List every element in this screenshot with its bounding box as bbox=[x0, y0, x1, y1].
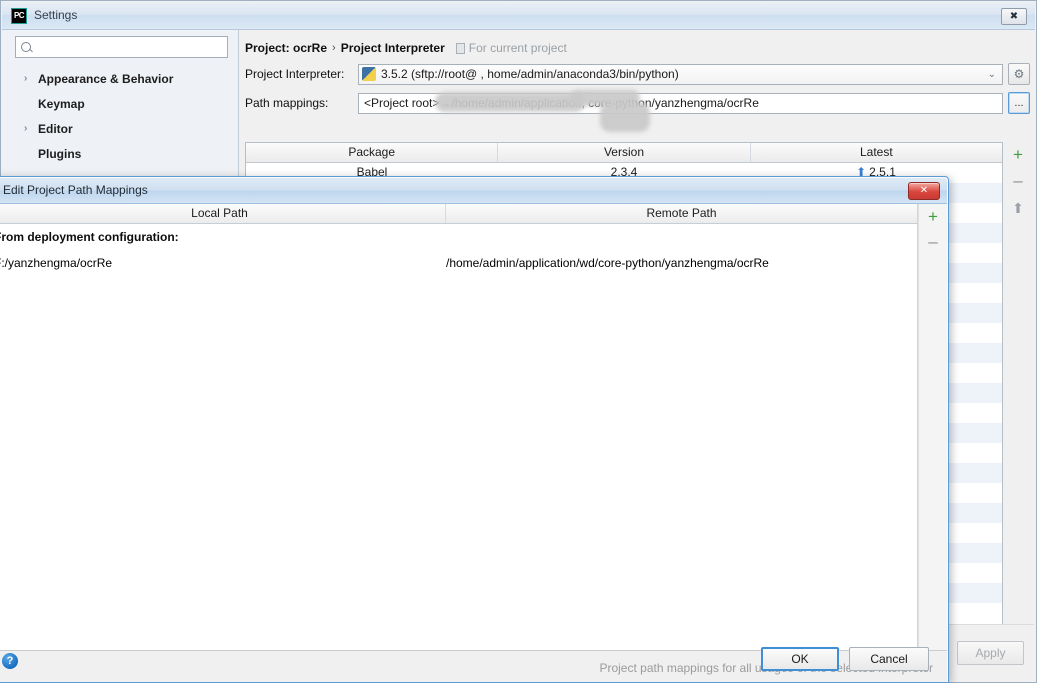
sidebar-item-label: Editor bbox=[38, 121, 73, 136]
table-row[interactable]: F:/yanzhengma/ocrRe /home/admin/applicat… bbox=[0, 250, 917, 276]
dialog-footer: Project path mappings for all usages of … bbox=[0, 647, 947, 682]
cell-remote-path[interactable]: /home/admin/application/wd/core-python/y… bbox=[446, 256, 917, 270]
breadcrumb-page: Project Interpreter bbox=[340, 41, 445, 55]
sidebar-item-label: Plugins bbox=[38, 146, 82, 161]
upgrade-package-button[interactable]: ⬆ bbox=[1009, 199, 1027, 217]
add-package-button[interactable]: + bbox=[1009, 145, 1027, 163]
table-row-group: From deployment configuration: bbox=[0, 224, 917, 250]
interpreter-combo[interactable]: 3.5.2 (sftp://root@ , home/admin/anacond… bbox=[358, 63, 1003, 85]
remove-mapping-button[interactable]: – bbox=[924, 233, 942, 251]
dialog-body: Local Path Remote Path From deployment c… bbox=[0, 204, 947, 651]
sidebar-item-editor[interactable]: › Editor bbox=[2, 116, 238, 141]
search-box[interactable] bbox=[15, 36, 228, 58]
packages-table-tools: + – ⬆ bbox=[1005, 142, 1031, 679]
path-mappings-table-tools: + – bbox=[918, 204, 947, 650]
pycharm-logo-icon: PC bbox=[11, 8, 27, 24]
sidebar-item-appearance-behavior[interactable]: › Appearance & Behavior bbox=[2, 66, 238, 91]
sidebar-item-keymap[interactable]: Keymap bbox=[2, 91, 238, 116]
python-icon bbox=[362, 67, 376, 81]
dialog-titlebar: Edit Project Path Mappings ✕ bbox=[0, 178, 947, 204]
breadcrumb-project[interactable]: Project: ocrRe bbox=[245, 41, 327, 55]
settings-nav-list: › Appearance & Behavior Keymap › Editor … bbox=[2, 66, 238, 166]
search-input[interactable] bbox=[33, 38, 227, 56]
edit-path-mappings-dialog: Edit Project Path Mappings ✕ Local Path … bbox=[0, 176, 949, 683]
ok-button[interactable]: OK bbox=[761, 647, 839, 671]
path-mappings-table: Local Path Remote Path From deployment c… bbox=[0, 204, 918, 650]
project-scope-icon bbox=[455, 42, 465, 54]
help-icon[interactable]: ? bbox=[2, 653, 18, 669]
add-mapping-button[interactable]: + bbox=[924, 207, 942, 225]
path-mappings-label: Path mappings: bbox=[245, 96, 329, 110]
cancel-button[interactable]: Cancel bbox=[849, 647, 929, 671]
apply-button[interactable]: Apply bbox=[957, 641, 1024, 665]
cell-local-path: From deployment configuration: bbox=[0, 230, 179, 244]
packages-table-header: Package Version Latest bbox=[246, 143, 1002, 163]
sidebar-item-plugins[interactable]: Plugins bbox=[2, 141, 238, 166]
path-mappings-table-header: Local Path Remote Path bbox=[0, 204, 917, 224]
column-header-package[interactable]: Package bbox=[246, 143, 499, 162]
remove-package-button[interactable]: – bbox=[1009, 172, 1027, 190]
screen: PC Settings ✖ › Appearance & Behavior Ke… bbox=[0, 0, 1037, 683]
chevron-right-icon[interactable]: › bbox=[24, 73, 34, 84]
close-icon[interactable]: ✖ bbox=[1001, 8, 1027, 25]
sidebar-item-label: Keymap bbox=[38, 96, 85, 111]
cell-local-path[interactable]: F:/yanzhengma/ocrRe bbox=[0, 256, 446, 270]
scope-note: For current project bbox=[455, 41, 567, 55]
column-header-local-path[interactable]: Local Path bbox=[0, 204, 446, 223]
chevron-down-icon[interactable]: ⌄ bbox=[988, 69, 996, 80]
settings-titlebar: PC Settings ✖ bbox=[2, 2, 1035, 30]
redaction-overlay bbox=[600, 102, 650, 132]
breadcrumb-separator: › bbox=[332, 42, 336, 54]
interpreter-value: 3.5.2 (sftp://root@ , home/admin/anacond… bbox=[381, 67, 679, 81]
close-icon[interactable]: ✕ bbox=[908, 182, 940, 200]
dialog-title: Edit Project Path Mappings bbox=[3, 183, 148, 197]
redaction-overlay bbox=[435, 92, 585, 112]
column-header-remote-path[interactable]: Remote Path bbox=[446, 204, 917, 223]
column-header-version[interactable]: Version bbox=[498, 143, 751, 162]
chevron-right-icon[interactable]: › bbox=[24, 123, 34, 134]
interpreter-label: Project Interpreter: bbox=[245, 67, 345, 81]
gear-icon[interactable]: ⚙ bbox=[1008, 63, 1030, 85]
search-icon bbox=[20, 41, 33, 54]
column-header-latest[interactable]: Latest bbox=[751, 143, 1002, 162]
settings-window-title: Settings bbox=[34, 8, 78, 22]
browse-path-mappings-button[interactable]: ... bbox=[1008, 92, 1030, 114]
interpreter-row: Project Interpreter: 3.5.2 (sftp://root@… bbox=[245, 63, 1030, 85]
breadcrumb: Project: ocrRe › Project Interpreter For… bbox=[245, 41, 567, 55]
sidebar-item-label: Appearance & Behavior bbox=[38, 71, 174, 86]
scope-note-label: For current project bbox=[468, 41, 567, 55]
